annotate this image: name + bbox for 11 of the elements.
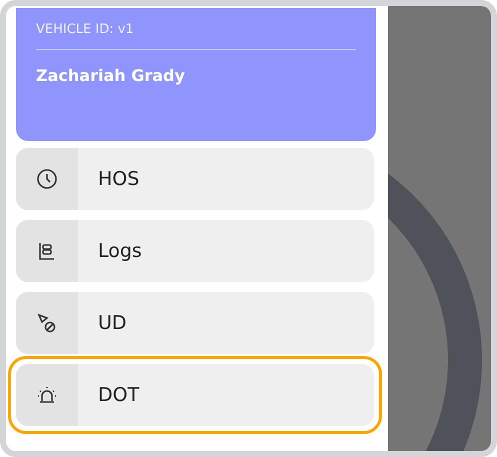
vehicle-id: VEHICLE ID: v1 xyxy=(36,22,356,50)
clock-icon xyxy=(35,167,59,191)
menu-label: HOS xyxy=(97,168,140,190)
menu-label: UD xyxy=(97,312,127,334)
menu-item[interactable]: Logs xyxy=(16,220,374,282)
driver-name: Zachariah Grady xyxy=(36,66,186,85)
menu-item[interactable]: DOT xyxy=(16,364,374,426)
menu-item[interactable]: UD xyxy=(16,292,374,354)
menu-label: Logs xyxy=(97,240,142,262)
menu-item[interactable]: HOS xyxy=(16,148,374,210)
menu-label: DOT xyxy=(97,384,140,406)
